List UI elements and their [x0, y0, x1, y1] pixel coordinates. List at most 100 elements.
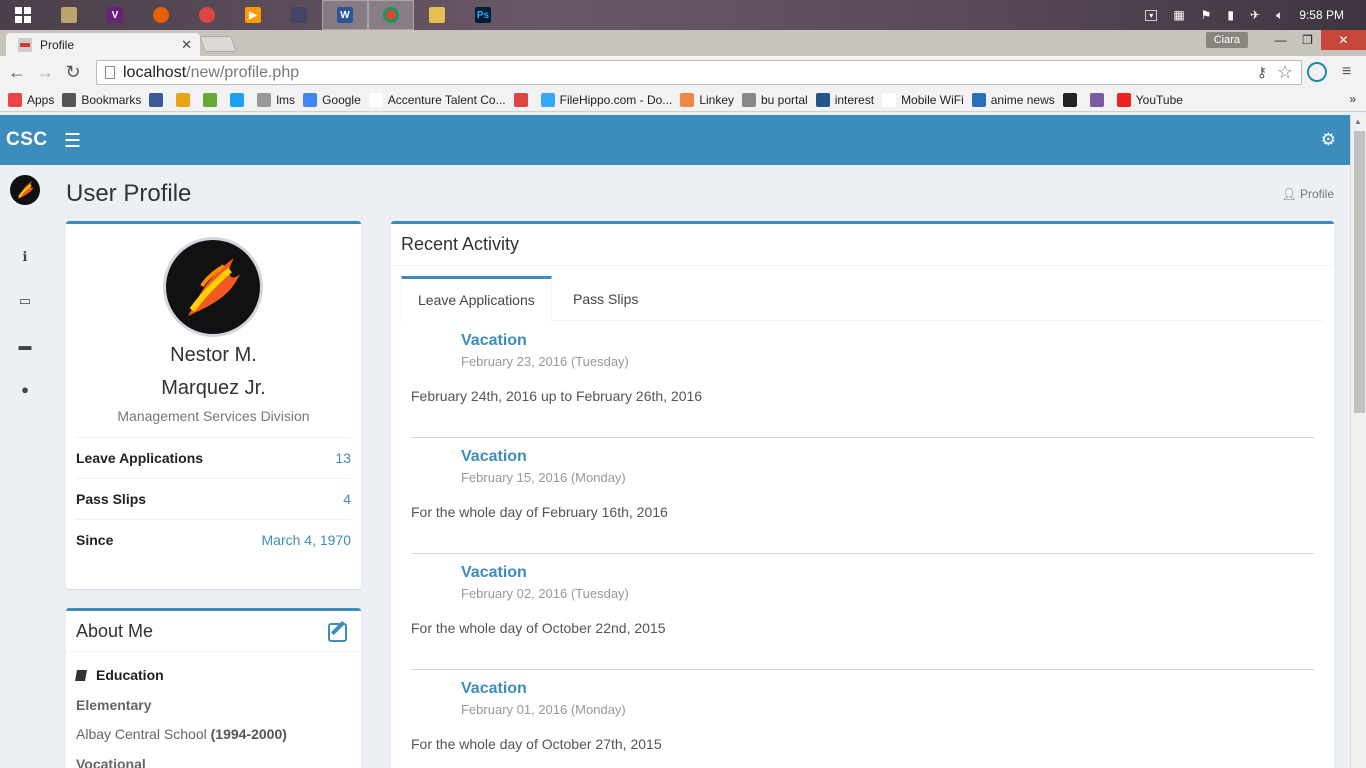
recent-activity-card: Recent Activity Leave Applications Pass …: [391, 221, 1334, 768]
bookmark-favicon-icon: [1116, 93, 1131, 107]
bookmark-label: FileHippo.com - Do...: [559, 93, 673, 107]
url-text[interactable]: localhost/new/profile.php: [123, 64, 299, 82]
stat-row-leave-applications: Leave Applications 13: [76, 437, 351, 478]
bookmark-item[interactable]: lms: [257, 93, 295, 107]
stat-value-link[interactable]: March 4, 1970: [262, 532, 352, 548]
chrome-menu-icon[interactable]: ≡: [1342, 63, 1351, 81]
browser-tabstrip: Profile ✕ Ciara — ❐ ✕: [0, 30, 1366, 56]
app-logo[interactable]: CSC: [6, 129, 48, 151]
bookmark-item[interactable]: Mobile WiFi: [882, 93, 964, 107]
file-explorer-app-icon[interactable]: [46, 0, 92, 30]
hamburger-menu-icon[interactable]: ☰: [64, 130, 81, 153]
post-title-link[interactable]: Vacation: [461, 680, 527, 698]
bookmark-item[interactable]: [513, 93, 533, 107]
breadcrumb[interactable]: 👤︎ Profile: [1281, 187, 1334, 201]
address-bar[interactable]: localhost/new/profile.php ⚷ ☆: [96, 60, 1302, 85]
bookmark-item[interactable]: [1062, 93, 1082, 107]
paint-icon[interactable]: [184, 0, 230, 30]
bookmark-item[interactable]: anime news: [971, 93, 1055, 107]
bookmark-item[interactable]: Apps: [8, 93, 54, 107]
bookmark-favicon-icon: [257, 93, 272, 107]
tab-close-icon[interactable]: ✕: [181, 37, 192, 53]
bookmark-item[interactable]: bu portal: [742, 93, 808, 107]
action-center-icon[interactable]: ▦: [1173, 8, 1184, 22]
scroll-up-icon[interactable]: ▲: [1354, 117, 1362, 126]
profile-card: Nestor M. Marquez Jr. Management Service…: [66, 221, 361, 589]
profile-name: Nestor M. Marquez Jr.: [66, 339, 361, 405]
bookmark-item[interactable]: [176, 93, 195, 107]
word-icon[interactable]: W: [322, 0, 368, 30]
post-date: February 15, 2016 (Monday): [461, 470, 626, 485]
settings-gears-icon[interactable]: ⚙: [1321, 130, 1336, 150]
bookmark-star-icon[interactable]: ☆: [1277, 62, 1293, 83]
page-title: User Profile: [66, 180, 192, 207]
forward-arrow-icon[interactable]: →: [31, 62, 59, 83]
stat-value-link[interactable]: 4: [343, 491, 351, 507]
new-tab-button[interactable]: [199, 36, 237, 52]
media-player-icon[interactable]: ▶: [230, 0, 276, 30]
chrome-icon[interactable]: [368, 0, 414, 30]
bookmark-favicon-icon: [203, 93, 218, 107]
restore-icon[interactable]: ❐: [1294, 30, 1321, 50]
bookmark-label: anime news: [990, 93, 1055, 107]
photoshop-icon[interactable]: Ps: [460, 0, 506, 30]
bookmark-favicon-icon: [8, 93, 22, 107]
reload-icon[interactable]: ↻: [59, 62, 87, 83]
bookmark-item[interactable]: Bookmarks: [62, 93, 141, 107]
page-scrollbar[interactable]: ▲: [1350, 115, 1366, 768]
browser-toolbar: ← → ↻ localhost/new/profile.php ⚷ ☆ ≡: [0, 56, 1366, 89]
tray-expand-icon[interactable]: ▾: [1145, 9, 1158, 21]
credit-card-icon[interactable]: ▬: [16, 336, 34, 354]
bookmark-item[interactable]: Accenture Talent Co...: [368, 93, 506, 107]
bookmark-favicon-icon: [303, 93, 318, 107]
bookmark-label: bu portal: [761, 93, 808, 107]
info-icon[interactable]: ℹ: [16, 248, 34, 266]
windows-start-icon[interactable]: [0, 0, 46, 30]
app-icon[interactable]: [276, 0, 322, 30]
stat-value-link[interactable]: 13: [335, 450, 351, 466]
minimize-icon[interactable]: —: [1267, 30, 1294, 50]
battery-icon[interactable]: ▮: [1227, 8, 1234, 22]
bookmark-item[interactable]: interest: [815, 93, 875, 107]
bookmark-item[interactable]: [1089, 93, 1109, 107]
bookmark-favicon-icon: [815, 93, 830, 107]
flag-icon[interactable]: ⚑: [1201, 8, 1212, 22]
profile-avatar: [163, 237, 263, 337]
bookmark-item[interactable]: [203, 93, 222, 107]
user-icon[interactable]: ●: [16, 380, 34, 398]
post-title-link[interactable]: Vacation: [461, 448, 527, 466]
profile-name-line2: Marquez Jr.: [161, 377, 266, 399]
post-title-link[interactable]: Vacation: [461, 564, 527, 582]
book-icon: [75, 670, 87, 681]
bookmark-item[interactable]: [230, 93, 249, 107]
bookmark-item[interactable]: YouTube: [1116, 93, 1183, 107]
folder-icon[interactable]: [414, 0, 460, 30]
profile-name-line1: Nestor M.: [170, 344, 257, 366]
browser-tab-profile[interactable]: Profile ✕: [6, 33, 200, 56]
back-arrow-icon[interactable]: ←: [3, 62, 31, 83]
key-icon[interactable]: ⚷: [1257, 64, 1267, 81]
edit-icon[interactable]: [328, 623, 347, 642]
bookmark-item[interactable]: Google: [303, 93, 361, 107]
breadcrumb-user-icon: 👤︎: [1281, 187, 1300, 201]
bookmark-item[interactable]: Linkey: [680, 93, 734, 107]
bookmark-label: interest: [834, 93, 875, 107]
bookmarks-overflow-icon[interactable]: »: [1349, 92, 1356, 106]
monitor-icon[interactable]: ▭: [16, 292, 34, 310]
close-window-icon[interactable]: ✕: [1321, 30, 1366, 50]
bookmark-item[interactable]: [149, 93, 168, 107]
extension-icon[interactable]: [1307, 62, 1327, 82]
volume-icon[interactable]: 🔈︎: [1276, 8, 1283, 23]
clock[interactable]: 9:58 PM: [1299, 8, 1344, 22]
visual-studio-icon[interactable]: V: [92, 0, 138, 30]
tab-pass-slips[interactable]: Pass Slips: [557, 276, 654, 321]
firefox-icon[interactable]: [138, 0, 184, 30]
sidebar-avatar[interactable]: [10, 175, 40, 205]
window-user-badge[interactable]: Ciara: [1205, 32, 1248, 48]
airplane-icon[interactable]: ✈: [1250, 8, 1260, 22]
bookmark-item[interactable]: FileHippo.com - Do...: [540, 93, 673, 107]
bookmark-favicon-icon: [513, 93, 528, 107]
tab-leave-applications[interactable]: Leave Applications: [401, 276, 552, 321]
post-title-link[interactable]: Vacation: [461, 332, 527, 350]
scrollbar-thumb[interactable]: [1354, 131, 1365, 413]
